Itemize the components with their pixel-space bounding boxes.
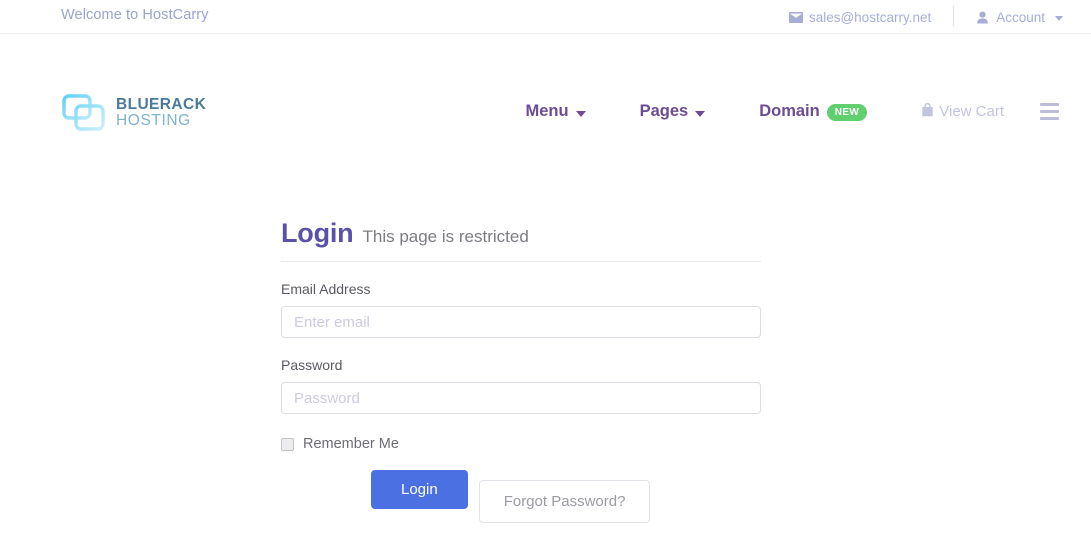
main-navigation: Menu Pages Domain NEW View Cart — [525, 102, 1063, 121]
password-input[interactable] — [281, 382, 761, 414]
nav-item-domain[interactable]: Domain NEW — [759, 102, 868, 121]
password-field-label: Password — [281, 357, 343, 373]
form-actions: Login Forgot Password? — [281, 470, 761, 523]
view-cart-label: View Cart — [939, 103, 1004, 120]
forgot-password-button[interactable]: Forgot Password? — [478, 480, 651, 523]
site-logo[interactable]: BLUERACK HOSTING — [62, 94, 206, 132]
shopping-bag-icon — [921, 102, 934, 121]
account-label: Account — [996, 9, 1045, 25]
topbar-divider — [953, 6, 955, 26]
logo-text-primary: BLUERACK — [116, 95, 207, 113]
nav-item-menu[interactable]: Menu — [525, 102, 586, 121]
remember-me-label: Remember Me — [303, 436, 399, 452]
contact-email-text: sales@hostcarry.net — [808, 9, 932, 25]
logo-text-secondary: HOSTING — [116, 112, 191, 129]
chevron-down-icon — [695, 110, 706, 117]
login-form: Login This page is restricted Email Addr… — [281, 218, 761, 523]
page-title: Login — [281, 218, 354, 248]
login-button[interactable]: Login — [371, 470, 468, 509]
email-field-group: Email Address — [281, 281, 761, 338]
nav-item-pages-label: Pages — [639, 102, 689, 120]
password-field-group: Password — [281, 357, 761, 414]
page-subtitle: This page is restricted — [362, 227, 529, 246]
nav-item-pages[interactable]: Pages — [640, 102, 706, 121]
chevron-down-icon — [1055, 15, 1063, 21]
site-header: BLUERACK HOSTING Menu Pages Domain NEW V… — [0, 34, 1091, 131]
contact-email-link[interactable]: sales@hostcarry.net — [788, 9, 932, 25]
login-heading: Login This page is restricted — [281, 218, 761, 262]
mail-icon — [788, 11, 803, 23]
nav-item-domain-label: Domain — [759, 102, 820, 120]
view-cart-button[interactable]: View Cart — [921, 102, 1004, 121]
bluerack-logo-icon — [62, 94, 106, 132]
chevron-down-icon — [575, 110, 586, 117]
welcome-text: Welcome to HostCarry — [61, 7, 209, 23]
hamburger-menu-icon[interactable] — [1040, 103, 1059, 120]
topbar-right-group: sales@hostcarry.net Account — [788, 6, 1063, 27]
top-utility-bar: Welcome to HostCarry sales@hostcarry.net… — [0, 0, 1091, 34]
user-icon — [976, 11, 989, 24]
remember-me-checkbox[interactable] — [281, 437, 294, 451]
account-menu[interactable]: Account — [976, 10, 1063, 25]
email-input[interactable] — [281, 306, 761, 338]
nav-item-menu-label: Menu — [525, 102, 569, 120]
email-field-label: Email Address — [281, 281, 371, 297]
remember-me-row: Remember Me — [281, 436, 761, 452]
new-badge: NEW — [826, 104, 868, 121]
